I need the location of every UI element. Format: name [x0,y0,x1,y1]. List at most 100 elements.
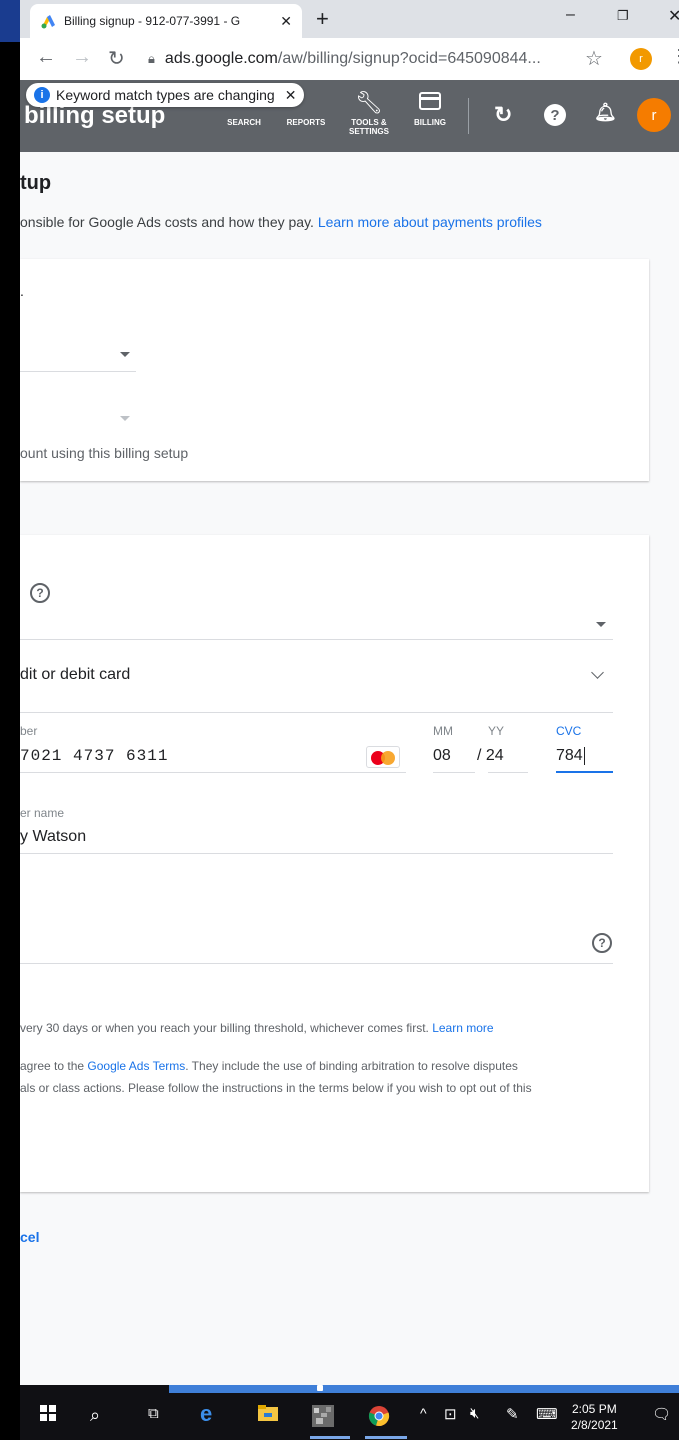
progress-strip [169,1385,679,1393]
cancel-button[interactable]: cel [20,1229,39,1245]
payment-method-label: dit or debit card [20,666,131,683]
wrench-icon: 🔧︎ [355,90,383,115]
terms-post: . They include the use of binding arbitr… [185,1059,518,1073]
new-tab-button[interactable]: + [316,6,329,32]
billing-card-icon [410,88,450,118]
browser-profile-avatar[interactable]: r [630,48,652,70]
chrome-icon[interactable] [368,1405,390,1432]
nav-reports-label: REPORTS [286,118,326,127]
cardholder-label: er name [20,806,65,820]
nav-tools-settings[interactable]: 🔧︎ TOOLS & SETTINGS [346,88,392,136]
back-icon[interactable]: ← [36,46,56,69]
left-edge-accent [0,0,20,42]
google-ads-icon [41,15,55,29]
screen: Billing signup - 912-077-3991 - G ✕ + – … [20,0,679,1440]
reports-icon [282,88,330,118]
edge-icon[interactable]: e [200,1401,212,1427]
account-avatar[interactable]: r [637,98,671,132]
header-divider [468,98,469,134]
network-icon[interactable]: ⊡ [444,1405,457,1423]
browser-menu-icon[interactable]: ⋮ [670,46,679,67]
card-number-label: ber [20,724,38,738]
left-edge [0,0,20,1440]
nav-search[interactable]: SEARCH [224,88,264,127]
help-icon[interactable]: ? [30,583,50,603]
bell-icon[interactable]: 🔔︎ [594,102,617,123]
mastercard-icon [366,746,400,768]
search-icon [224,88,264,118]
nav-billing[interactable]: BILLING [410,88,450,127]
page-title: tup [20,172,52,194]
nav-tools-label: TOOLS & SETTINGS [348,118,389,136]
cvc-value: 784 [556,747,585,765]
payment-method-card: ? dit or debit card ber 7021 4737 6311 M… [20,535,649,1192]
minimize-icon[interactable]: – [566,6,575,24]
main-content: tup onsible for Google Ads costs and how… [20,152,679,1385]
nav-billing-label: BILLING [414,118,446,127]
payment-method-underline [20,712,613,713]
app-icon[interactable] [312,1405,334,1432]
clock[interactable]: 2:05 PM 2/8/2021 [571,1401,618,1433]
terms-line-1: agree to the Google Ads Terms. They incl… [20,1059,518,1073]
learn-more-link[interactable]: Learn more [432,1021,493,1035]
file-explorer-icon[interactable] [258,1405,278,1426]
windows-start-icon[interactable] [38,1405,58,1426]
mm-underline [433,772,475,773]
dropdown-arrow-icon [120,416,130,421]
mm-value: 08 [433,747,451,764]
url-host: ads.google.com [164,50,278,67]
address-bar[interactable]: 🔒︎ ads.google.com/aw/billing/signup?ocid… [148,43,588,75]
billing-note-text: very 30 days or when you reach your bill… [20,1021,429,1035]
cvc-underline [556,771,613,773]
card-number-value: 7021 4737 6311 [20,747,169,765]
notifications-icon[interactable]: 🗨︎ [652,1405,671,1423]
terms-line-2: als or class actions. Please follow the … [20,1081,532,1095]
dropdown-arrow-icon [596,622,606,627]
active-app-indicator [310,1436,350,1439]
clock-time: 2:05 PM [572,1402,617,1416]
tab-bar: Billing signup - 912-077-3991 - G ✕ + – … [20,0,679,38]
volume-muted-icon[interactable]: 🔇︎ [470,1405,479,1422]
section-letter: . [20,283,24,299]
tab-close-icon[interactable]: ✕ [280,13,292,30]
chevron-down-icon [591,666,604,679]
chevron-up-icon[interactable]: ^ [420,1405,427,1421]
taskbar: ⌕ ⧉ e ^ ⊡ 🔇︎ ✎ ⌨ 2:05 PM 2/8/2021 🗨︎ [20,1385,679,1440]
dropdown-underline [20,371,136,372]
window-close-icon[interactable]: ✕ [668,6,679,26]
nav-search-label: SEARCH [227,118,261,127]
reload-icon[interactable]: ↻ [108,46,125,71]
dropdown-arrow-icon [120,352,130,357]
help-icon[interactable]: ? [592,933,612,953]
task-view-icon[interactable]: ⧉ [148,1405,159,1422]
page-subtitle-text: onsible for Google Ads costs and how the… [20,214,314,230]
yy-underline [488,772,528,773]
cardholder-value: y Watson [20,828,87,845]
cvc-label: CVC [556,724,582,738]
card-number-underline [20,772,406,773]
payments-profile-card: . ount using this billing setup [20,259,649,481]
bookmark-star-icon[interactable]: ☆ [585,46,603,71]
pen-icon[interactable]: ✎ [506,1405,519,1423]
active-app-indicator [365,1436,407,1439]
keyboard-icon[interactable]: ⌨ [536,1405,558,1423]
terms-pre: agree to the [20,1059,85,1073]
payments-profiles-link[interactable]: Learn more about payments profiles [318,214,542,230]
dropdown-underline [20,639,613,640]
google-ads-terms-link[interactable]: Google Ads Terms [87,1059,185,1073]
progress-marker [317,1385,323,1391]
yy-value: / 24 [477,747,504,764]
yy-label: YY [488,724,505,738]
restore-icon[interactable]: ❐ [617,8,629,24]
help-icon[interactable]: ? [544,104,566,126]
search-icon[interactable]: ⌕ [90,1405,100,1426]
browser-tab[interactable]: Billing signup - 912-077-3991 - G ✕ [30,4,302,38]
lock-icon: 🔒︎ [148,51,155,66]
forward-icon[interactable]: → [72,46,92,69]
address-underline [20,963,613,964]
ads-header: billing setup i Keyword match types are … [20,80,679,152]
billing-note: very 30 days or when you reach your bill… [20,1021,494,1035]
page-subtitle: onsible for Google Ads costs and how the… [20,214,542,230]
nav-reports[interactable]: REPORTS [282,88,330,127]
refresh-icon[interactable]: ↻ [494,102,512,128]
